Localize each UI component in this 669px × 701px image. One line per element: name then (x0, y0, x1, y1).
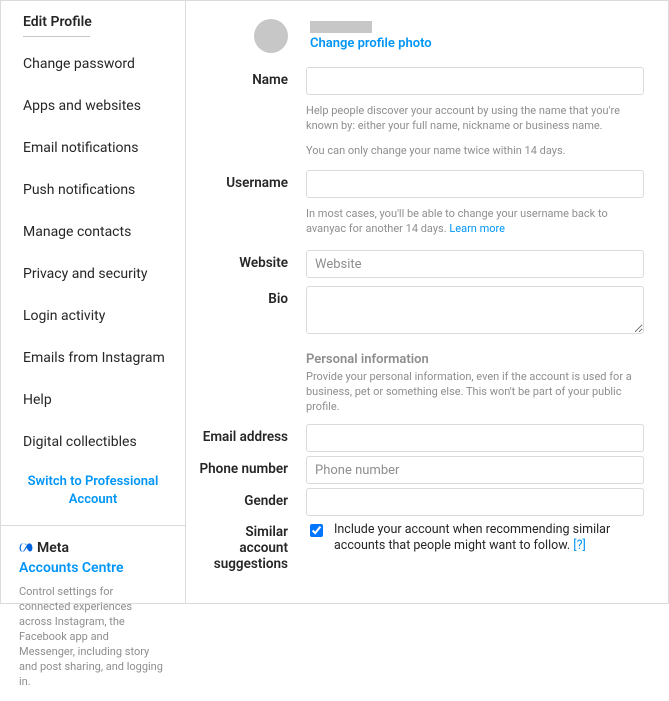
bio-input[interactable] (306, 286, 644, 334)
gender-label: Gender (196, 488, 306, 509)
sidebar-item-push-notifications[interactable]: Push notifications (1, 169, 185, 211)
similar-text: Include your account when recommending s… (334, 522, 610, 553)
sidebar-item-email-notifications[interactable]: Email notifications (1, 127, 185, 169)
learn-more-link[interactable]: Learn more (449, 222, 505, 235)
accounts-centre-box: Meta Accounts Centre Control settings fo… (1, 525, 185, 701)
name-label: Name (196, 67, 306, 88)
name-help-1: Help people discover your account by usi… (306, 103, 644, 133)
meta-brand-row: Meta (19, 540, 167, 556)
username-label: Username (196, 170, 306, 191)
similar-checkbox[interactable] (310, 524, 323, 537)
sidebar-item-emails-instagram[interactable]: Emails from Instagram (1, 337, 185, 379)
similar-help-link[interactable]: [?] (573, 538, 586, 553)
avatar[interactable] (254, 19, 288, 53)
personal-info-desc: Provide your personal information, even … (306, 369, 644, 414)
bio-label: Bio (196, 286, 306, 307)
sidebar-item-help[interactable]: Help (1, 379, 185, 421)
meta-brand-text: Meta (37, 540, 69, 556)
sidebar-item-login-activity[interactable]: Login activity (1, 295, 185, 337)
sidebar-item-privacy-security[interactable]: Privacy and security (1, 253, 185, 295)
edit-profile-form: Change profile photo Name Help people di… (186, 1, 668, 603)
similar-checkbox-label: Include your account when recommending s… (334, 522, 644, 554)
sidebar-item-apps-websites[interactable]: Apps and websites (1, 85, 185, 127)
sidebar-item-change-password[interactable]: Change password (1, 43, 185, 85)
settings-page: Edit Profile Change password Apps and we… (0, 0, 669, 604)
change-photo-link[interactable]: Change profile photo (310, 36, 644, 51)
switch-professional-link[interactable]: Switch to Professional Account (1, 463, 185, 525)
sidebar-item-digital-collectibles[interactable]: Digital collectibles (1, 421, 185, 463)
settings-sidebar: Edit Profile Change password Apps and we… (1, 1, 186, 603)
avatar-row: Change profile photo (196, 19, 644, 53)
accounts-centre-link[interactable]: Accounts Centre (19, 560, 167, 576)
email-input[interactable] (306, 424, 644, 452)
email-label: Email address (196, 424, 306, 445)
sidebar-item-manage-contacts[interactable]: Manage contacts (1, 211, 185, 253)
gender-input[interactable] (306, 488, 644, 516)
personal-info-title: Personal information (306, 352, 644, 367)
accounts-centre-desc: Control settings for connected experienc… (19, 584, 167, 689)
sidebar-list: Edit Profile Change password Apps and we… (1, 1, 185, 463)
username-redacted (310, 21, 372, 33)
phone-label: Phone number (196, 456, 306, 477)
name-help-2: You can only change your name twice with… (306, 143, 644, 158)
name-input[interactable] (306, 67, 644, 95)
website-input[interactable] (306, 250, 644, 278)
similar-label: Similar account suggestions (196, 522, 306, 572)
avatar-text: Change profile photo (310, 21, 644, 51)
username-help: In most cases, you'll be able to change … (306, 206, 644, 236)
phone-input[interactable] (306, 456, 644, 484)
username-input[interactable] (306, 170, 644, 198)
meta-icon (19, 541, 33, 555)
sidebar-item-edit-profile[interactable]: Edit Profile (1, 1, 185, 43)
website-label: Website (196, 250, 306, 271)
